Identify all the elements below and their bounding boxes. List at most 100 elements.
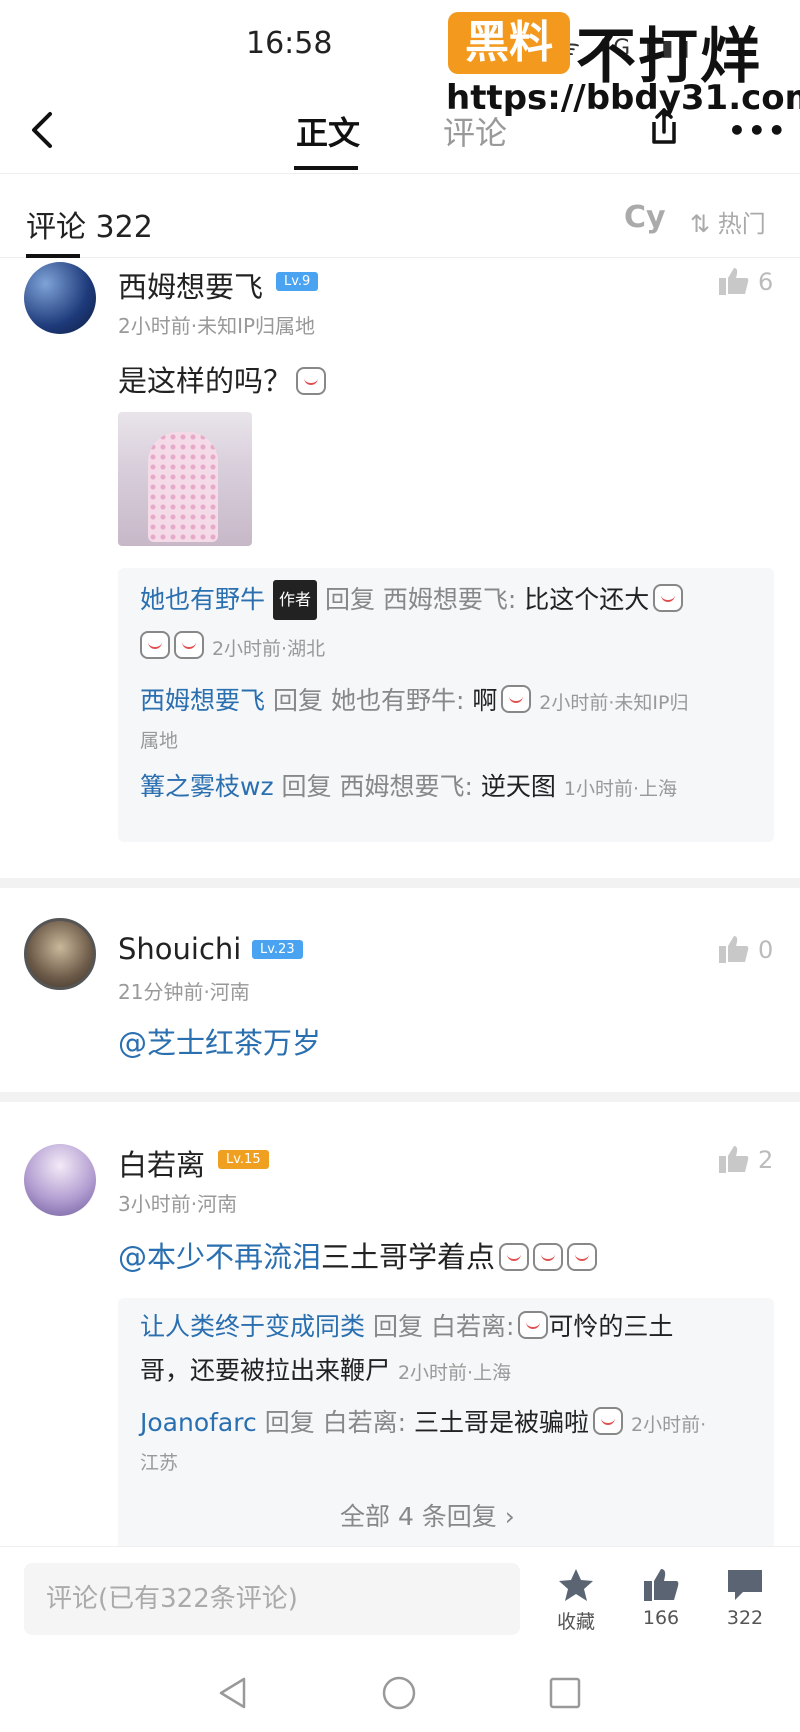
- recents-square-icon[interactable]: [548, 1676, 582, 1710]
- reply-target: 白若离:: [322, 1408, 407, 1437]
- reply-time-cont: 江苏: [140, 1452, 179, 1474]
- comment-item: 白若离 Lv.15 3小时前·河南 2 @本少不再流泪三土哥学着点 让人类终于变…: [0, 1122, 800, 1546]
- sort-icon: ⇅: [690, 210, 718, 238]
- emoji-icon: [533, 1243, 564, 1271]
- reply-item-cont: 属地: [140, 720, 178, 760]
- back-arrow-icon[interactable]: [24, 108, 64, 152]
- reply-time: 2小时前·上海: [397, 1362, 512, 1384]
- comment-count-label: 322: [726, 1607, 764, 1629]
- reply-username[interactable]: 西姆想要飞: [140, 686, 265, 715]
- comment-meta: 3小时前·河南: [118, 1192, 238, 1216]
- comment-text[interactable]: @芝士红茶万岁: [118, 1020, 321, 1062]
- reply-word: 回复: [264, 1408, 315, 1437]
- dress-figure: [148, 432, 218, 542]
- back-triangle-icon[interactable]: [216, 1676, 250, 1710]
- reply-time: 2小时前·湖北: [211, 638, 326, 660]
- more-replies-link[interactable]: 全部 4 条回复 ›: [340, 1498, 515, 1536]
- more-options-button[interactable]: •••: [728, 114, 788, 147]
- emoji-icon: [653, 584, 684, 612]
- reply-target: 西姆想要飞:: [339, 772, 473, 801]
- like-button[interactable]: 166: [626, 1567, 696, 1629]
- mention-link[interactable]: @本少不再流泪: [118, 1240, 321, 1274]
- favorite-label: 收藏: [556, 1611, 595, 1633]
- reply-box: 她也有野牛 作者 回复 西姆想要飞: 比这个还大 2小时前·湖北 西姆想要飞 回…: [118, 568, 774, 842]
- comment-text: 是这样的吗？: [118, 358, 327, 400]
- reply-item-cont: 哥，还要被拉出来鞭尸 2小时前·上海: [140, 1352, 511, 1392]
- reply-target: 西姆想要飞:: [382, 585, 517, 614]
- reply-text: 啊: [472, 686, 498, 715]
- emoji-icon: [567, 1243, 598, 1271]
- emoji-icon: [140, 631, 170, 659]
- comment-username[interactable]: 西姆想要飞: [118, 264, 263, 306]
- comment-text-body: 是这样的吗？: [118, 364, 293, 398]
- comment-image[interactable]: [118, 412, 252, 546]
- like-count: 6: [758, 268, 774, 296]
- comment-item: 西姆想要飞 Lv.9 2小时前·未知IP归属地 6 是这样的吗？ 她也有野牛 作…: [0, 258, 800, 878]
- thumbs-up-icon: [644, 1569, 679, 1601]
- favorite-button[interactable]: 收藏: [541, 1567, 611, 1634]
- reply-text: 比这个还大: [524, 585, 650, 614]
- star-icon: [559, 1569, 593, 1601]
- tab-article[interactable]: 正文: [296, 108, 360, 154]
- reply-word: 回复: [281, 772, 332, 801]
- emoji-icon: [499, 1243, 530, 1271]
- comments-button[interactable]: 322: [710, 1567, 780, 1629]
- home-circle-icon[interactable]: [382, 1676, 416, 1710]
- like-icon[interactable]: [718, 266, 750, 296]
- like-icon[interactable]: [718, 1144, 750, 1174]
- sort-hot-button[interactable]: ⇅ 热门: [690, 204, 766, 239]
- like-count: 0: [758, 936, 774, 964]
- reply-username[interactable]: 篝之雾枝wz: [140, 772, 274, 801]
- emoji-icon: [501, 685, 532, 713]
- system-nav-bar: [0, 1654, 800, 1732]
- bottom-action-bar: 评论(已有322条评论) 收藏 166 322: [0, 1546, 800, 1654]
- cy-button[interactable]: Cy: [624, 200, 666, 235]
- tab-active-indicator: [294, 166, 358, 170]
- comment-meta: 21分钟前·河南: [118, 980, 250, 1004]
- status-time: 16:58: [246, 26, 333, 61]
- avatar[interactable]: [24, 1144, 96, 1216]
- reply-target: 她也有野牛:: [330, 686, 465, 715]
- reply-username[interactable]: 她也有野牛: [140, 585, 265, 614]
- reply-item[interactable]: 西姆想要飞 回复 她也有野牛: 啊 2小时前·未知IP归: [140, 682, 689, 722]
- reply-time: 1小时前·上海: [563, 778, 677, 800]
- reply-item[interactable]: 让人类终于变成同类 回复 白若离: 可怜的三土: [140, 1308, 673, 1346]
- avatar[interactable]: [24, 262, 96, 334]
- reply-text: 三土哥是被骗啦: [414, 1408, 590, 1437]
- reply-item[interactable]: Joanofarc 回复 白若离: 三土哥是被骗啦 2小时前·: [140, 1404, 706, 1444]
- reply-box: 让人类终于变成同类 回复 白若离: 可怜的三土 哥，还要被拉出来鞭尸 2小时前·上…: [118, 1298, 774, 1546]
- comment-username[interactable]: 白若离: [118, 1142, 205, 1184]
- tab-comments[interactable]: 评论: [443, 108, 507, 154]
- reply-text: 可怜的三土: [548, 1312, 674, 1341]
- reply-item[interactable]: 她也有野牛 作者 回复 西姆想要飞: 比这个还大: [140, 580, 684, 620]
- like-count-label: 166: [642, 1607, 680, 1629]
- comments-count-title: 评论 322: [26, 210, 153, 245]
- reply-word: 回复: [324, 585, 375, 614]
- reply-username[interactable]: Joanofarc: [140, 1408, 257, 1437]
- reply-word: 回复: [372, 1312, 423, 1341]
- comment-input[interactable]: 评论(已有322条评论): [24, 1563, 520, 1635]
- reply-item[interactable]: 篝之雾枝wz 回复 西姆想要飞: 逆天图 1小时前·上海: [140, 768, 677, 808]
- emoji-icon: [593, 1407, 624, 1435]
- reply-item-cont: 2小时前·湖北: [140, 628, 325, 668]
- emoji-icon: [174, 631, 204, 659]
- divider: [0, 1092, 800, 1102]
- reply-username[interactable]: 让人类终于变成同类: [140, 1312, 365, 1341]
- status-bar: 16:58 ᯤ 4G ▮▮▮ 黑料 不打烊 https://bbdy31.com: [0, 0, 800, 118]
- reply-text: 逆天图: [480, 772, 556, 801]
- reply-item-cont: 江苏: [140, 1442, 178, 1482]
- comment-username[interactable]: Shouichi: [118, 932, 241, 966]
- comment-text-body: 三土哥学着点: [321, 1240, 496, 1274]
- reply-time: 2小时前·: [631, 1414, 707, 1436]
- author-tag: 作者: [272, 580, 317, 620]
- divider: [0, 878, 800, 888]
- emoji-icon: [518, 1311, 549, 1339]
- level-badge: Lv.23: [252, 940, 303, 959]
- watermark-badge: 黑料: [448, 12, 570, 74]
- comment-item: Shouichi Lv.23 21分钟前·河南 0 @芝士红茶万岁: [0, 908, 800, 1088]
- avatar[interactable]: [24, 918, 96, 990]
- comments-header: 评论 322 Cy ⇅ 热门: [0, 180, 800, 258]
- share-icon[interactable]: [644, 104, 684, 148]
- reply-word: 回复: [272, 686, 323, 715]
- like-icon[interactable]: [718, 934, 750, 964]
